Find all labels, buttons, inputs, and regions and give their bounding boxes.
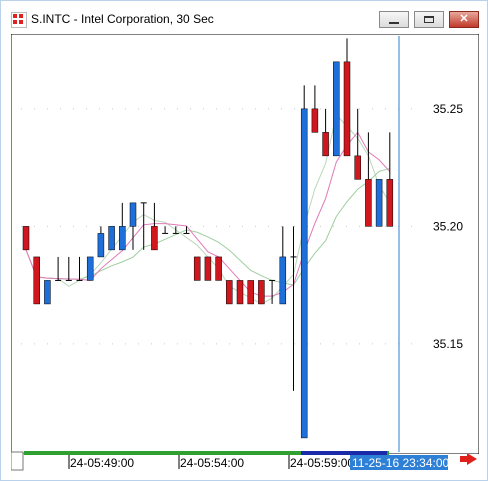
time-tick-label: 24-05:54:00 [180,456,244,470]
candle-body [333,61,340,157]
candle [204,256,212,281]
candle-body [193,256,201,281]
candle-body [151,226,158,251]
candle-body [44,280,51,305]
candle [258,280,265,305]
window-title: S.INTC - Intel Corporation, 30 Sec [31,12,214,26]
candle-body [365,179,372,227]
maximize-icon [424,16,434,23]
candle [215,256,222,281]
candle [193,256,201,281]
candle [226,280,233,305]
candle [86,256,94,281]
chart-window: S.INTC - Intel Corporation, 30 Sec ✕ 35.… [0,0,488,481]
candle-body [236,280,244,305]
candle-body [215,256,222,281]
price-tick-label: 35.15 [433,337,463,351]
candle [247,280,254,305]
candle [333,61,340,157]
candle-body [311,108,319,133]
close-icon: ✕ [459,13,469,25]
candle [375,179,383,227]
arrow-right-icon[interactable] [460,453,477,465]
candle-body [33,256,40,305]
candle-body [322,132,329,157]
candle [300,85,308,439]
time-tick-label: 24-05:59:00 [290,456,354,470]
candle-body [97,233,105,258]
chart-background [11,34,479,454]
close-button[interactable]: ✕ [449,11,479,28]
candle-body [343,61,351,157]
title-bar[interactable]: S.INTC - Intel Corporation, 30 Sec ✕ [1,1,487,33]
time-axis[interactable]: 24-05:49:00 24-05:54:00 24-05:59:00 11-25-… [11,451,479,473]
candle-body [22,226,30,251]
candle [44,280,51,305]
candle-body [226,280,233,305]
price-chart[interactable]: 35.15 35.20 35.25 [11,34,479,454]
candle-body [247,280,254,305]
candle-body [386,179,394,227]
candle-body [279,256,287,305]
candle-body [86,256,94,281]
minimize-icon [389,21,399,24]
time-tick-label: 24-05:49:00 [70,456,134,470]
candle-body [119,226,126,251]
time-axis-ticks: 24-05:49:00 24-05:54:00 24-05:59:00 [68,455,354,470]
candle-body [108,226,115,251]
price-tick-label: 35.20 [433,219,463,233]
candle-body [129,202,137,227]
price-tick-label: 35.25 [433,102,463,116]
scroll-handle[interactable] [11,451,24,471]
candle [236,280,244,305]
candle [33,256,40,305]
candle-body [354,155,361,180]
candle [22,226,30,251]
candle-body [258,280,265,305]
minimize-button[interactable] [379,11,409,28]
maximize-button[interactable] [414,11,444,28]
candle [108,226,115,251]
candle-body [300,108,308,439]
candle-body [375,179,383,227]
candle-body [204,256,212,281]
app-chart-icon [11,12,27,28]
navigator-bar-selected [301,451,387,455]
crosshair-time-label: 11-25-16 23:34:00 [352,456,450,470]
